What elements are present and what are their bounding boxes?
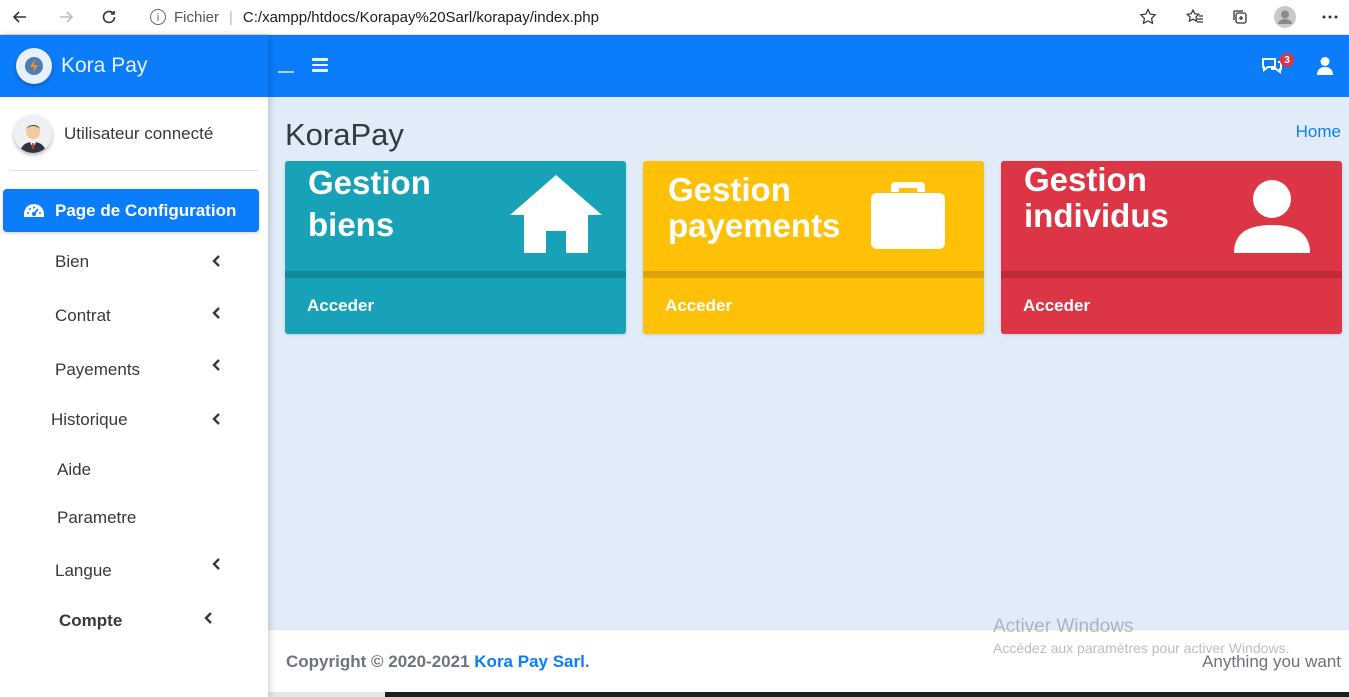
sidebar-item-label: Aide <box>57 460 92 479</box>
sidebar-item-configuration[interactable]: Page de Configuration <box>3 189 259 232</box>
card-title: Gestion payements <box>668 172 840 244</box>
sidebar-item-label: Contrat <box>55 306 111 325</box>
sidebar-item-label: Historique <box>51 410 128 429</box>
card-title-line2: individus <box>1024 197 1169 234</box>
user-panel[interactable]: Utilisateur connecté <box>10 97 258 171</box>
page-footer: Copyright © 2020-2021 Kora Pay Sarl. Any… <box>268 629 1349 692</box>
card-title: Gestion individus <box>1024 162 1169 234</box>
card-link-acceder[interactable]: Acceder <box>643 278 984 334</box>
sidebar-item-label: Parametre <box>57 508 137 527</box>
card-gestion-individus: Gestion individus Acceder <box>1001 161 1342 334</box>
sidebar-item-label: Bien <box>55 252 90 271</box>
address-bar[interactable]: i Fichier | C:/xampp/htdocs/Korapay%20Sa… <box>138 4 1164 30</box>
sidebar-item-contrat[interactable]: Contrat <box>0 298 268 334</box>
chevron-left-icon <box>212 307 220 319</box>
user-avatar <box>14 114 52 153</box>
chevron-left-icon <box>212 255 220 267</box>
sidebar-item-historique[interactable]: Historique <box>0 402 268 438</box>
card-title-line1: Gestion <box>668 171 791 208</box>
chevron-left-icon <box>204 612 212 624</box>
browser-toolbar: i Fichier | C:/xampp/htdocs/Korapay%20Sa… <box>0 0 1349 35</box>
user-menu-icon[interactable] <box>1316 56 1334 76</box>
card-link-acceder[interactable]: Acceder <box>1001 278 1342 334</box>
brand-logo-icon <box>16 48 52 84</box>
sidebar-item-aide[interactable]: Aide <box>0 452 268 488</box>
add-favorite-icon[interactable] <box>1136 5 1160 29</box>
briefcase-icon <box>871 182 945 249</box>
card-link-acceder[interactable]: Acceder <box>285 278 626 334</box>
user-icon <box>1234 180 1310 253</box>
copyright-prefix: Copyright © 2020-2021 <box>286 652 470 671</box>
card-gestion-payements: Gestion payements Acceder <box>643 161 984 334</box>
card-title-line1: Gestion <box>1024 161 1147 198</box>
card-title-line1: Gestion <box>308 164 431 201</box>
card-title-line2: biens <box>308 206 395 243</box>
more-menu-icon[interactable] <box>1318 5 1342 29</box>
home-icon <box>510 175 602 253</box>
profile-avatar[interactable] <box>1273 5 1297 29</box>
card-title-line2: payements <box>668 207 841 244</box>
sidebar-item-label: Compte <box>59 611 123 630</box>
url-text[interactable]: C:/xampp/htdocs/Korapay%20Sarl/korapay/i… <box>243 9 599 26</box>
forward-button[interactable] <box>53 4 79 30</box>
company-link[interactable]: Kora Pay Sarl <box>474 652 585 671</box>
sidebar-item-compte[interactable]: Compte <box>0 603 268 639</box>
chevron-left-icon <box>212 413 220 425</box>
activation-watermark-title: Activer Windows <box>993 616 1134 637</box>
info-icon[interactable]: i <box>150 9 166 25</box>
copyright-text: Copyright © 2020-2021 Kora Pay Sarl. <box>286 652 590 672</box>
menu-toggle-icon[interactable] <box>312 58 328 72</box>
brand-text: Kora Pay <box>61 54 148 77</box>
card-divider <box>285 271 626 278</box>
user-name: Utilisateur connecté <box>64 123 214 143</box>
page-title: KoraPay <box>285 117 404 152</box>
sidebar-item-bien[interactable]: Bien <box>0 244 268 280</box>
top-navbar: 3 <box>268 35 1349 97</box>
scheme-label: Fichier <box>174 8 220 26</box>
activation-watermark-text: Accédez aux paramètres pour activer Wind… <box>993 640 1290 656</box>
back-arrow-icon <box>12 11 26 23</box>
sidebar: Kora Pay Utilisateur connecté Page de Co… <box>0 35 268 697</box>
sidebar-item-label: Payements <box>55 360 141 379</box>
sidebar-item-langue[interactable]: Langue <box>0 553 268 589</box>
card-gestion-biens: Gestion biens Acceder <box>285 161 626 334</box>
chevron-left-icon <box>212 558 220 570</box>
favorites-icon[interactable] <box>1183 5 1207 29</box>
copyright-suffix: . <box>584 652 590 671</box>
messages-badge: 3 <box>1280 53 1294 67</box>
navbar-mark <box>278 71 294 73</box>
sidebar-item-parametre[interactable]: Parametre <box>0 500 268 536</box>
forward-arrow-icon <box>60 11 74 23</box>
collections-icon[interactable] <box>1228 5 1252 29</box>
back-button[interactable] <box>7 4 33 30</box>
sidebar-item-label: Langue <box>55 561 112 580</box>
sidebar-item-label: Page de Configuration <box>55 200 237 220</box>
dashboard-icon <box>24 203 44 217</box>
card-title: Gestion biens <box>308 165 431 243</box>
reload-button[interactable] <box>96 4 122 30</box>
brand-link[interactable]: Kora Pay <box>0 35 268 97</box>
card-divider <box>643 271 984 278</box>
sidebar-item-payements[interactable]: Payements <box>0 352 268 388</box>
card-divider <box>1001 271 1342 278</box>
breadcrumb-home[interactable]: Home <box>1296 122 1341 142</box>
main-content: KoraPay Home Gestion biens Acceder Gesti… <box>268 97 1349 629</box>
chevron-left-icon <box>212 359 220 371</box>
address-separator: | <box>229 8 233 26</box>
reload-icon <box>102 10 116 24</box>
